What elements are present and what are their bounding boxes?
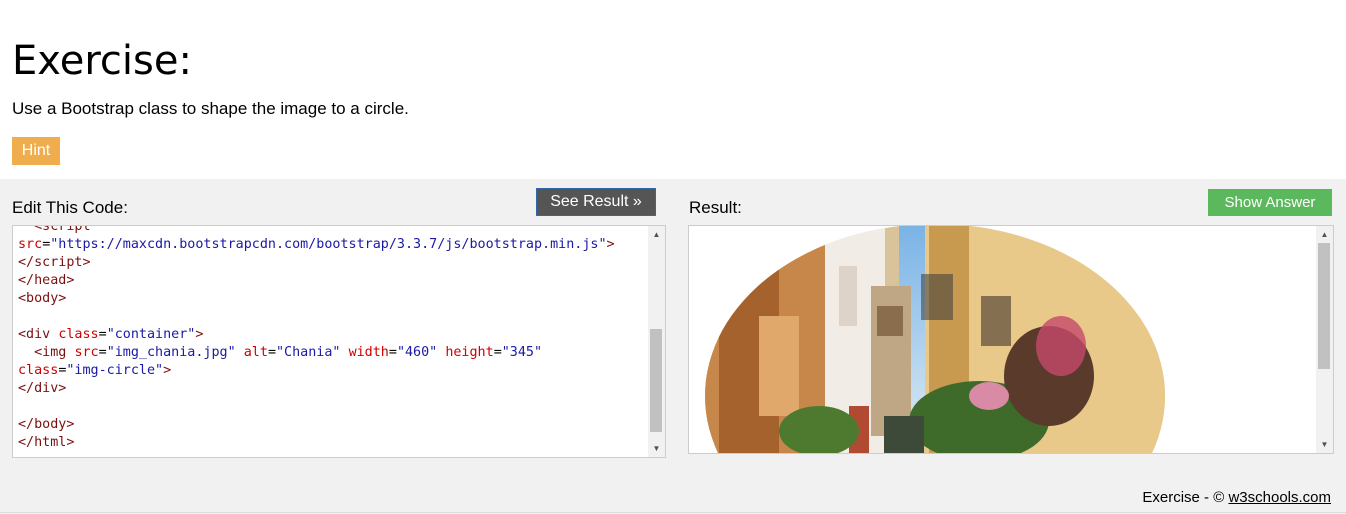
editor-scrollbar[interactable]: ▲ ▼ xyxy=(648,226,665,457)
chania-image xyxy=(705,226,1165,453)
scroll-down-icon[interactable]: ▼ xyxy=(648,440,665,457)
show-answer-button[interactable]: Show Answer xyxy=(1208,189,1332,216)
exercise-instruction: Use a Bootstrap class to shape the image… xyxy=(12,99,409,118)
result-scroll-up-icon[interactable]: ▲ xyxy=(1316,226,1333,243)
result-frame: ▲ ▼ xyxy=(688,225,1334,454)
edit-code-label: Edit This Code: xyxy=(12,198,128,217)
code-text[interactable]: <script src="https://maxcdn.bootstrapcdn… xyxy=(18,226,615,452)
footer-prefix: Exercise - © xyxy=(1142,489,1225,506)
hint-button[interactable]: Hint xyxy=(12,137,60,165)
page-title: Exercise: xyxy=(12,38,192,84)
exercise-panel: Edit This Code: See Result » Result: Sho… xyxy=(0,179,1346,514)
scroll-up-icon[interactable]: ▲ xyxy=(648,226,665,243)
footer: Exercise - © w3schools.com xyxy=(1142,488,1331,508)
result-label: Result: xyxy=(689,198,742,217)
result-scroll-thumb[interactable] xyxy=(1318,243,1330,369)
result-scroll-down-icon[interactable]: ▼ xyxy=(1316,436,1333,453)
w3schools-link[interactable]: w3schools.com xyxy=(1228,489,1331,506)
result-scrollbar[interactable]: ▲ ▼ xyxy=(1316,226,1333,453)
code-editor[interactable]: <script src="https://maxcdn.bootstrapcdn… xyxy=(12,225,666,458)
editor-scroll-thumb[interactable] xyxy=(650,329,662,432)
see-result-button[interactable]: See Result » xyxy=(536,188,656,216)
divider xyxy=(0,512,1346,513)
